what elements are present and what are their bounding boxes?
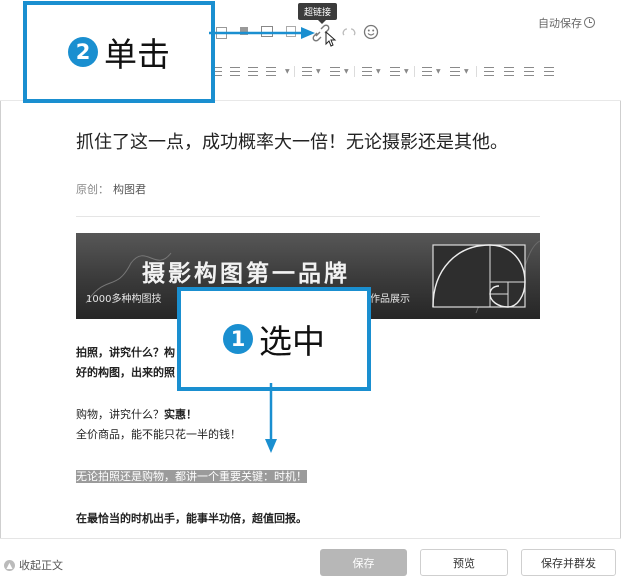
paragraph-1-line-1: 拍照，讲究什么？构	[76, 346, 175, 359]
step-label: 单击	[104, 35, 170, 74]
paragraph-2-line-1-text: 购物，讲究什么？	[76, 408, 164, 421]
emoji-icon[interactable]	[363, 24, 379, 40]
align-right-icon[interactable]	[248, 67, 258, 76]
paragraph-spacing-icon[interactable]	[330, 67, 340, 76]
save-and-publish-button[interactable]: 保存并群发	[521, 549, 616, 576]
author-label: 原创：	[76, 183, 109, 196]
paragraph-4[interactable]: 在最恰当的时机出手，能事半功倍，超值回报。	[76, 509, 307, 529]
align-center-icon[interactable]	[230, 67, 240, 76]
save-button[interactable]: 保存	[320, 549, 407, 576]
toolbar-separator	[414, 66, 415, 77]
preview-button[interactable]: 预览	[420, 549, 508, 576]
title-divider	[76, 216, 540, 217]
selected-text[interactable]: 无论拍照还是购物，都讲一个重要关键：时机！	[76, 470, 307, 483]
highlighted-paragraph[interactable]: 无论拍照还是购物，都讲一个重要关键：时机！	[76, 467, 307, 487]
arrow-to-link-icon	[209, 27, 315, 39]
author-name: 构图君	[113, 183, 146, 196]
toolbar-separator	[476, 66, 477, 77]
author-line[interactable]: 原创： 构图君	[76, 181, 146, 197]
chevron-down-icon[interactable]: ▼	[376, 68, 381, 75]
paragraph-1[interactable]: 拍照，讲究什么？构 好的构图，出来的照	[76, 343, 175, 383]
paragraph-2-emphasis: 实惠！	[164, 408, 197, 421]
paragraph-2-line-1: 购物，讲究什么？实惠！	[76, 405, 241, 425]
step-number: 2	[68, 37, 98, 67]
banner-subtitle-left: 1000多种构图技	[86, 294, 162, 305]
align-justify-icon[interactable]	[266, 67, 276, 76]
collapse-icon: ▲	[4, 559, 15, 571]
line-height-icon[interactable]	[422, 67, 432, 76]
callout-select: 1 选中	[177, 287, 371, 391]
chevron-down-icon[interactable]: ▼	[285, 68, 290, 75]
editor-footer: ▲ 收起正文 保存 预览 保存并群发	[0, 538, 621, 581]
chevron-down-icon[interactable]: ▼	[404, 68, 409, 75]
toolbar-separator	[354, 66, 355, 77]
autosave-label: 自动保存	[538, 17, 582, 30]
callout-click: 2 单击	[23, 1, 215, 103]
chevron-down-icon[interactable]: ▼	[344, 68, 349, 75]
toolbar-separator	[294, 66, 295, 77]
chevron-down-icon[interactable]: ▼	[436, 68, 441, 75]
letter-spacing-icon[interactable]	[362, 67, 372, 76]
autosave-status: 自动保存	[538, 15, 595, 31]
list-icon[interactable]	[450, 67, 460, 76]
float-right-icon[interactable]	[544, 67, 554, 76]
float-left-icon[interactable]	[484, 67, 494, 76]
collapse-body-link[interactable]: ▲ 收起正文	[4, 557, 63, 573]
paragraph-2[interactable]: 购物，讲究什么？实惠！ 全价商品，能不能只花一半的钱！	[76, 405, 241, 445]
text-direction-icon[interactable]	[390, 67, 400, 76]
indent-icon[interactable]	[302, 67, 312, 76]
chevron-down-icon[interactable]: ▼	[316, 68, 321, 75]
collapse-label: 收起正文	[19, 559, 63, 572]
golden-spiral-logo	[432, 244, 526, 308]
banner-title: 摄影构图第一品牌	[142, 260, 350, 287]
step-number: 1	[223, 324, 253, 354]
paragraph-1-line-2: 好的构图，出来的照	[76, 366, 175, 379]
paragraph-2-line-2: 全价商品，能不能只花一半的钱！	[76, 428, 241, 441]
hyperlink-tooltip: 超链接	[298, 3, 338, 24]
chevron-down-icon[interactable]: ▼	[464, 68, 469, 75]
clock-icon	[584, 17, 595, 28]
unlink-icon[interactable]	[342, 26, 356, 38]
float-none-icon[interactable]	[504, 67, 514, 76]
banner-subtitle-right: 作品展示	[370, 294, 410, 305]
float-center-icon[interactable]	[524, 67, 534, 76]
arrow-to-selection-icon	[265, 383, 277, 453]
article-title[interactable]: 抓住了这一点，成功概率大一倍！无论摄影还是其他。	[76, 128, 508, 154]
step-label: 选中	[259, 322, 325, 361]
mouse-cursor-icon	[325, 31, 337, 47]
